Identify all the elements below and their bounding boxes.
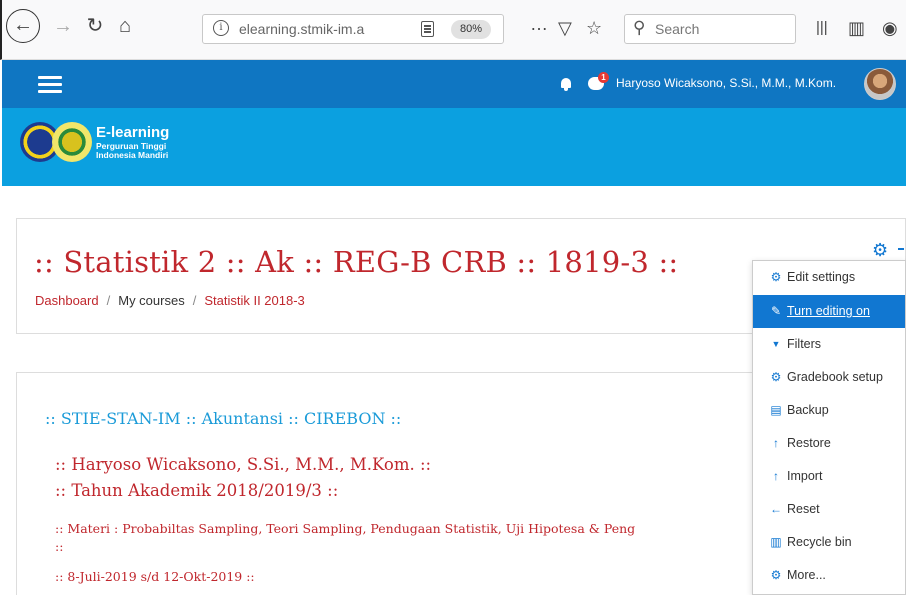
zoom-level[interactable]: 80% — [451, 20, 491, 39]
trash-icon: ▥ — [770, 535, 782, 549]
arrow-left-icon: ← — [770, 502, 782, 516]
message-count-badge: 1 — [598, 72, 609, 83]
gear-icon: ⚙ — [770, 270, 782, 284]
filter-icon: ▼ — [771, 339, 781, 349]
bookmark-star-icon[interactable]: ☆ — [586, 16, 602, 40]
brand-subtitle-line: Indonesia Mandiri — [96, 150, 169, 160]
summary-academic-year: :: Tahun Akademik 2018/2019/3 :: — [55, 481, 339, 500]
account-icon[interactable]: ◉ — [882, 16, 898, 40]
caret-down-icon[interactable] — [898, 248, 904, 250]
breadcrumb-course[interactable]: Statistik II 2018-3 — [204, 293, 304, 308]
back-arrow-icon[interactable]: ← — [6, 9, 40, 43]
reader-view-icon[interactable] — [421, 21, 434, 37]
menu-icon[interactable] — [38, 76, 62, 94]
menu-item-label: Backup — [787, 403, 829, 417]
menu-item-label: Turn editing on — [787, 304, 870, 318]
breadcrumb-separator: / — [192, 293, 197, 308]
summary-materials: :: Materi : Probabiltas Sampling, Teori … — [55, 521, 636, 536]
menu-item-backup[interactable]: ▤ Backup — [753, 394, 905, 427]
upload-icon: ↑ — [773, 469, 779, 483]
menu-item-label: Import — [787, 469, 823, 483]
breadcrumb-dashboard[interactable]: Dashboard — [35, 293, 99, 308]
menu-item-turn-editing-on[interactable]: ✎ Turn editing on — [753, 295, 905, 328]
course-actions-gear-icon[interactable]: ⚙ — [872, 240, 894, 260]
summary-dates: :: 8-Juli-2019 s/d 12-Okt-2019 :: — [55, 569, 255, 584]
search-icon: ⚲ — [633, 18, 646, 37]
breadcrumb-my-courses[interactable]: My courses — [118, 293, 184, 308]
sidebar-toggle-icon[interactable]: ▥ — [848, 16, 865, 40]
menu-item-more[interactable]: ⚙ More... — [753, 559, 905, 592]
menu-item-recycle-bin[interactable]: ▥ Recycle bin — [753, 526, 905, 559]
search-placeholder: Search — [655, 21, 700, 37]
breadcrumb-separator: / — [106, 293, 111, 308]
menu-item-label: More... — [787, 568, 826, 582]
menu-item-gradebook-setup[interactable]: ⚙ Gradebook setup — [753, 361, 905, 394]
menu-item-restore[interactable]: ↑ Restore — [753, 427, 905, 460]
upload-icon: ↑ — [773, 436, 779, 450]
user-menu-name[interactable]: Haryoso Wicaksono, S.Si., M.M., M.Kom. — [616, 76, 836, 90]
pocket-icon[interactable]: ▽ — [558, 16, 572, 40]
browser-search-input[interactable]: ⚲ Search — [624, 14, 796, 44]
reload-icon[interactable]: ↻ — [82, 14, 108, 38]
summary-lecturer: :: Haryoso Wicaksono, S.Si., M.M., M.Kom… — [55, 455, 432, 474]
gear-icon: ⚙ — [770, 370, 782, 384]
menu-item-label: Restore — [787, 436, 831, 450]
library-icon[interactable]: ||| — [816, 16, 828, 40]
notification-bell-icon[interactable] — [560, 78, 572, 91]
menu-item-label: Edit settings — [787, 270, 856, 284]
info-icon[interactable]: i — [213, 20, 229, 36]
institution-logo-secondary — [52, 122, 92, 162]
url-text: elearning.stmik-im.a — [239, 21, 365, 37]
home-icon[interactable]: ⌂ — [112, 14, 138, 38]
breadcrumb: Dashboard / My courses / Statistik II 2018-3 — [35, 293, 305, 308]
brand-subtitle: Perguruan Tinggi Indonesia Mandiri — [96, 142, 168, 160]
menu-item-reset[interactable]: ← Reset — [753, 493, 905, 526]
menu-item-label: Filters — [787, 337, 822, 351]
gear-icon: ⚙ — [770, 568, 782, 582]
file-icon: ▤ — [770, 403, 782, 417]
site-navbar: 1 Haryoso Wicaksono, S.Si., M.M., M.Kom. — [2, 60, 906, 108]
summary-institution: :: STIE-STAN-IM :: Akuntansi :: CIREBON … — [45, 409, 402, 428]
menu-item-edit-settings[interactable]: ⚙ Edit settings — [753, 261, 905, 294]
menu-item-filters[interactable]: ▼ Filters — [753, 328, 905, 361]
menu-item-label: Recycle bin — [787, 535, 852, 549]
page-title: :: Statistik 2 :: Ak :: REG-B CRB :: 181… — [34, 245, 679, 279]
menu-item-label: Gradebook setup — [787, 370, 883, 384]
brand-title[interactable]: E-learning — [96, 124, 169, 141]
address-bar[interactable]: i elearning.stmik-im.a 80% — [202, 14, 504, 44]
pencil-icon: ✎ — [770, 304, 782, 318]
course-actions-menu: ⚙ Edit settings ✎ Turn editing on ▼ Filters… — [752, 260, 906, 595]
avatar[interactable] — [864, 68, 896, 100]
site-banner: E-learning Perguruan Tinggi Indonesia Ma… — [2, 108, 906, 186]
summary-materials-continued: :: — [55, 539, 64, 554]
menu-item-import[interactable]: ↑ Import — [753, 460, 905, 493]
browser-toolbar: ← → ↻ ⌂ i elearning.stmik-im.a 80% … ▽ ☆… — [0, 0, 906, 60]
forward-arrow-icon[interactable]: → — [50, 14, 76, 38]
page-actions-icon[interactable]: … — [530, 12, 548, 36]
menu-item-label: Reset — [787, 502, 820, 516]
